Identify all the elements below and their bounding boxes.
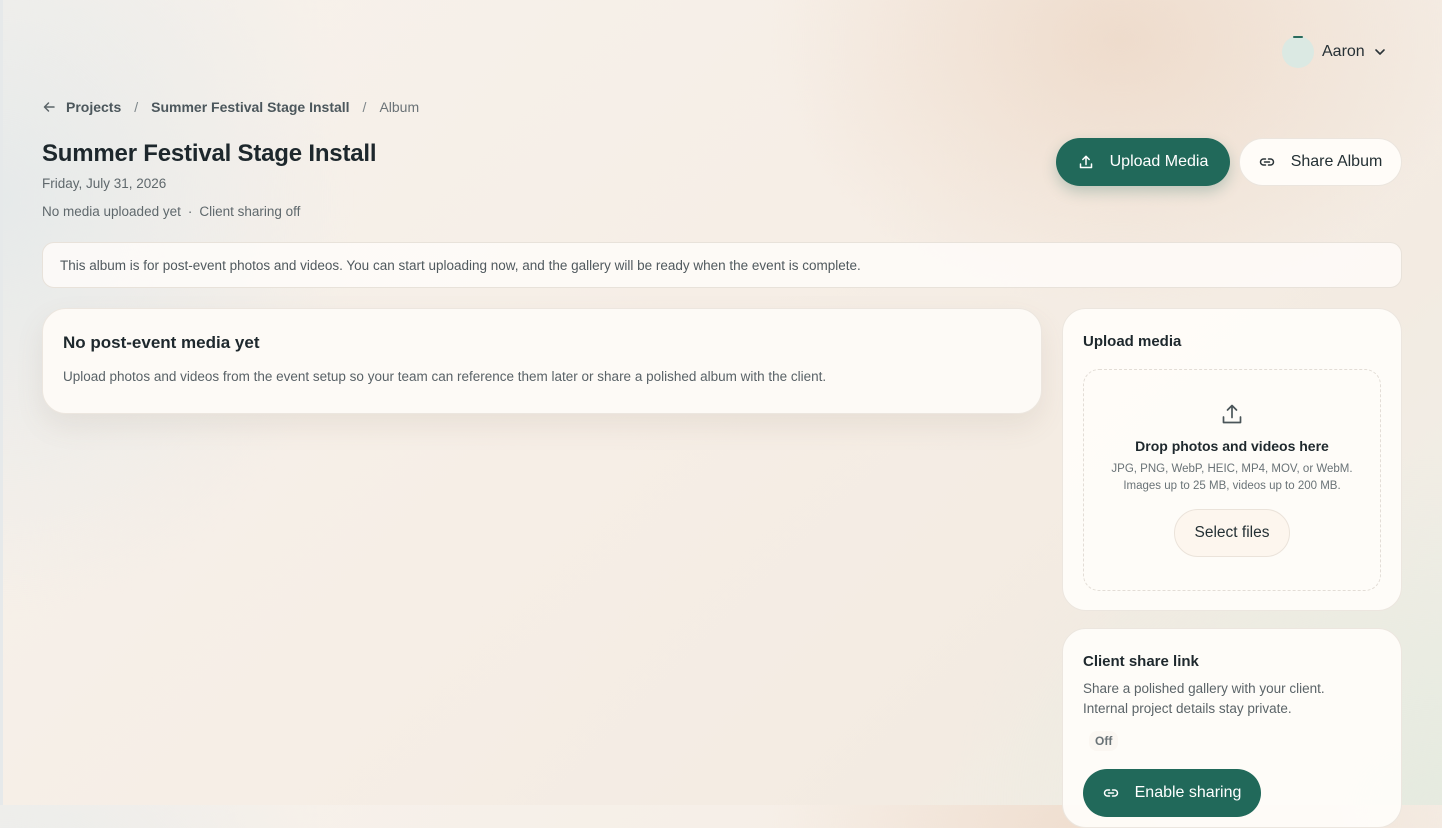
enable-sharing-button[interactable]: Enable sharing: [1083, 769, 1261, 817]
window-edge: [0, 0, 3, 805]
sharing-status: Client sharing off: [199, 204, 301, 219]
share-description-line: Internal project details stay private.: [1083, 701, 1292, 716]
upload-panel-title: Upload media: [1083, 333, 1182, 350]
media-status: No media uploaded yet: [42, 204, 181, 219]
dropzone-file-types: JPG, PNG, WebP, HEIC, MP4, MOV, or WebM.: [1111, 463, 1353, 475]
album-notice: This album is for post-event photos and …: [42, 242, 1402, 288]
select-files-button[interactable]: Select files: [1174, 509, 1290, 557]
breadcrumb-separator: /: [134, 99, 139, 115]
share-description-line: Share a polished gallery with your clien…: [1083, 681, 1325, 696]
status-separator: ·: [187, 204, 193, 219]
page-status: No media uploaded yet · Client sharing off: [42, 204, 300, 219]
upload-media-label: Upload Media: [1109, 153, 1209, 170]
breadcrumb-separator: /: [362, 99, 367, 115]
page-title: Summer Festival Stage Install: [42, 140, 377, 167]
share-album-button[interactable]: Share Album: [1239, 138, 1402, 186]
empty-state-description: Upload photos and videos from the event …: [63, 369, 827, 384]
breadcrumb-projects[interactable]: Projects: [66, 99, 121, 115]
upload-panel: Upload media Drop photos and videos here…: [1062, 308, 1402, 611]
dropzone-hint: JPG, PNG, WebP, HEIC, MP4, MOV, or WebM.…: [1084, 461, 1380, 495]
link-icon: [1259, 154, 1275, 170]
avatar: [1282, 36, 1314, 68]
user-name: Aaron: [1322, 43, 1365, 60]
share-album-label: Share Album: [1290, 153, 1383, 170]
chevron-down-icon: [1373, 45, 1387, 59]
share-panel-title: Client share link: [1083, 653, 1199, 670]
page-date: Friday, July 31, 2026: [42, 176, 167, 191]
upload-icon: [1220, 402, 1244, 426]
upload-icon: [1078, 154, 1094, 170]
share-status-badge: Off: [1089, 731, 1119, 751]
breadcrumb-project[interactable]: Summer Festival Stage Install: [151, 99, 349, 115]
enable-sharing-label: Enable sharing: [1134, 784, 1242, 801]
arrow-left-icon[interactable]: [42, 100, 56, 114]
empty-state-card: No post-event media yet Upload photos an…: [42, 308, 1042, 414]
client-share-panel: Client share link Share a polished galle…: [1062, 628, 1402, 828]
dropzone-title: Drop photos and videos here: [1135, 438, 1329, 454]
breadcrumb-current: Album: [379, 99, 420, 115]
empty-state-title: No post-event media yet: [63, 333, 260, 352]
dropzone[interactable]: Drop photos and videos here JPG, PNG, We…: [1083, 369, 1381, 591]
share-panel-description: Share a polished gallery with your clien…: [1083, 679, 1381, 719]
breadcrumb: Projects / Summer Festival Stage Install…: [42, 99, 419, 115]
dropzone-size-limits: Images up to 25 MB, videos up to 200 MB.: [1123, 480, 1341, 492]
user-menu[interactable]: Aaron: [1282, 35, 1387, 69]
link-icon: [1103, 785, 1119, 801]
upload-media-button[interactable]: Upload Media: [1056, 138, 1230, 186]
